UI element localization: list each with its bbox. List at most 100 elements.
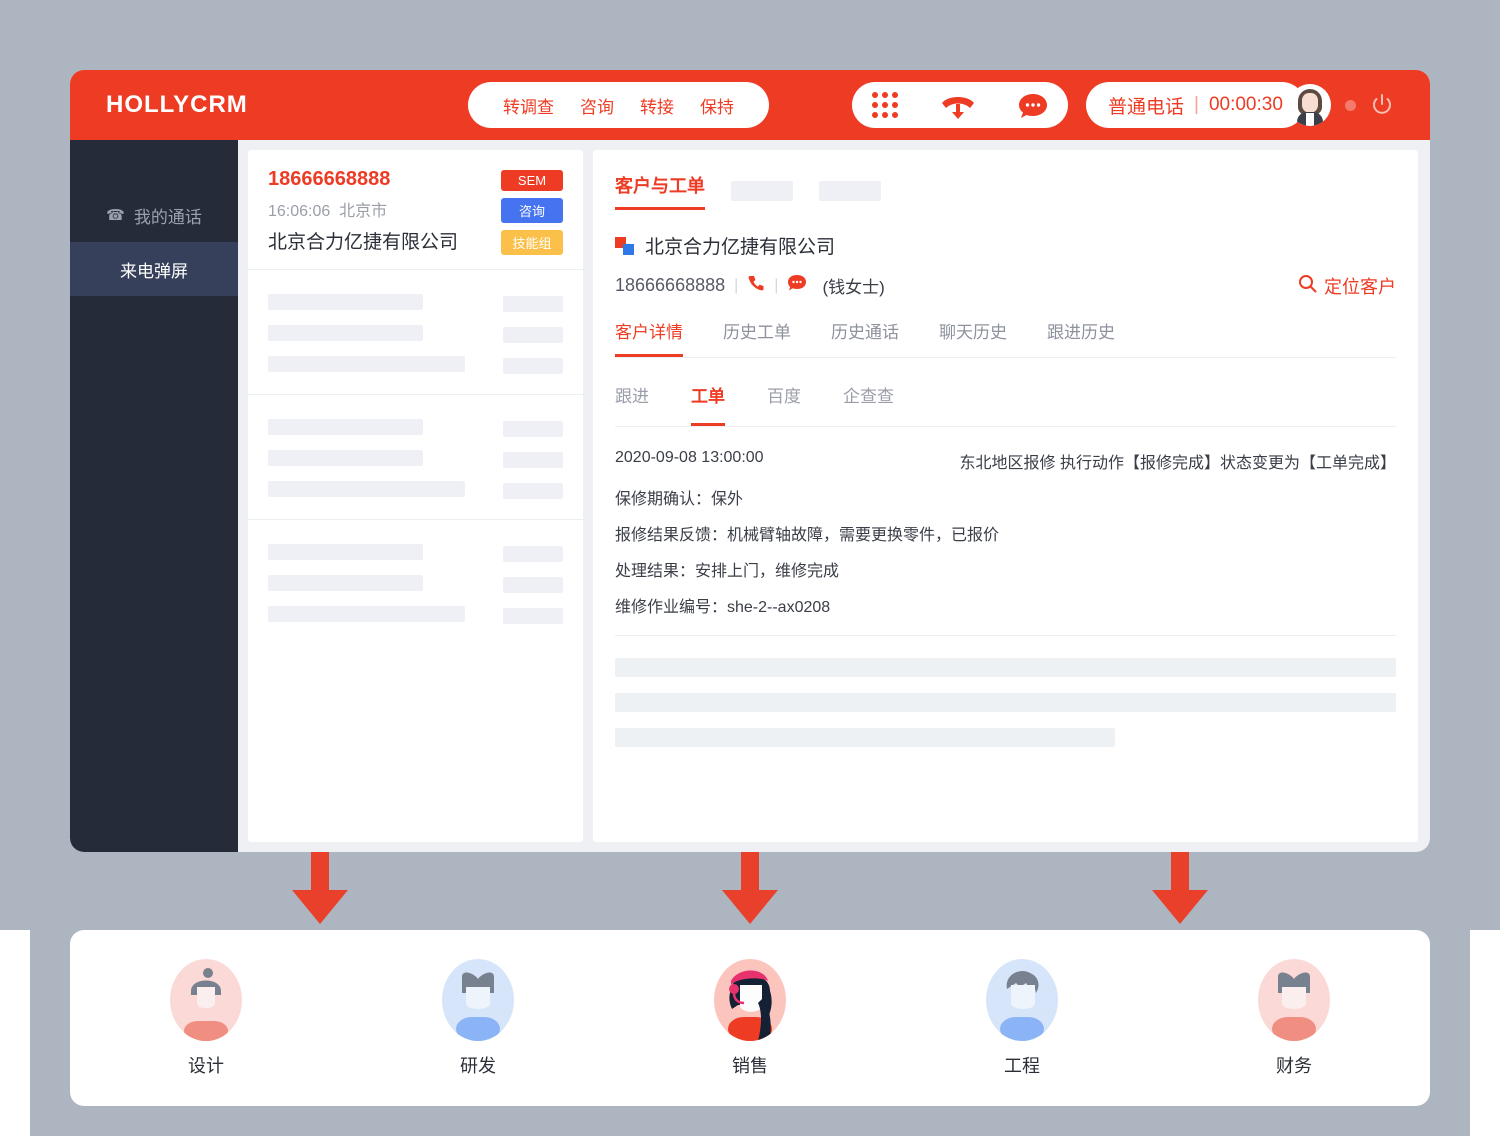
call-card-placeholder-block bbox=[248, 269, 583, 394]
customer-phone: 18666668888 bbox=[615, 275, 726, 295]
role-engineering[interactable]: 工程 bbox=[886, 958, 1158, 1078]
divider: | bbox=[774, 276, 779, 294]
tab-ticket-history[interactable]: 历史工单 bbox=[723, 318, 791, 357]
chat-icon[interactable] bbox=[1018, 92, 1048, 118]
call-card-placeholder-block bbox=[248, 519, 583, 644]
sidebar-item-label: 来电弹屏 bbox=[120, 261, 188, 281]
caller-number[interactable]: 18666668888 bbox=[268, 168, 458, 191]
customer-phone-row: 18666668888 | | (钱女士) 定位客户 bbox=[615, 273, 1396, 298]
divider: | bbox=[734, 276, 739, 294]
ticket-timestamp: 2020-09-08 13:00:00 bbox=[615, 449, 764, 466]
role-label: 研发 bbox=[460, 1055, 496, 1076]
ticket-line: 处理结果：安排上门，维修完成 bbox=[615, 563, 840, 580]
call-timer: 00:00:30 bbox=[1208, 94, 1283, 115]
role-avatar bbox=[442, 958, 514, 1041]
right-edge-band bbox=[1470, 930, 1500, 1136]
subtab-followup[interactable]: 跟进 bbox=[615, 382, 649, 426]
main-tabs: 客户详情 历史工单 历史通话 聊天历史 跟进历史 bbox=[615, 318, 1396, 358]
roles-strip: 设计 研发 销售 工程 财务 bbox=[70, 930, 1430, 1106]
call-actions-group: 转调查 咨询 转接 保持 bbox=[468, 82, 769, 128]
customer-name: 北京合力亿捷有限公司 bbox=[645, 237, 836, 258]
role-avatar bbox=[986, 958, 1058, 1041]
sidebar-item-my-calls[interactable]: ☎ 我的通话 bbox=[70, 188, 238, 242]
tag-sem: SEM bbox=[501, 170, 563, 191]
caller-meta: 16:06:06 北京市 bbox=[268, 197, 458, 221]
down-arrow-icon bbox=[722, 852, 778, 924]
chat-bubble-icon[interactable] bbox=[787, 274, 807, 297]
keypad-icon[interactable] bbox=[872, 92, 898, 118]
sidebar-item-label: 我的通话 bbox=[133, 207, 202, 227]
role-label: 工程 bbox=[1004, 1055, 1040, 1076]
action-consult[interactable]: 咨询 bbox=[567, 93, 627, 118]
locate-customer-button[interactable]: 定位客户 bbox=[1298, 273, 1396, 299]
action-transfer[interactable]: 转接 bbox=[627, 93, 687, 118]
role-finance[interactable]: 财务 bbox=[1158, 958, 1430, 1078]
hangup-icon[interactable] bbox=[938, 90, 978, 120]
role-avatar bbox=[714, 958, 786, 1041]
ticket-header-row: 2020-09-08 13:00:00 东北地区报修 执行动作【报修完成】状态变… bbox=[615, 449, 1396, 473]
page-root: HOLLYCRM 转调查 咨询 转接 保持 普通电话 | 00:00:30 ☎ … bbox=[0, 0, 1500, 1136]
role-label: 设计 bbox=[188, 1055, 224, 1076]
agent-avatar[interactable] bbox=[1289, 84, 1331, 126]
role-label: 财务 bbox=[1276, 1055, 1312, 1076]
detail-card: 客户与工单 北京合力亿捷有限公司 18666668888 | | (钱女士) 定… bbox=[593, 150, 1418, 842]
status-indicator-dot bbox=[1345, 99, 1356, 111]
caller-city: 北京市 bbox=[339, 203, 388, 220]
caller-company: 北京合力亿捷有限公司 bbox=[268, 232, 459, 253]
role-avatar bbox=[170, 958, 242, 1041]
call-type-label: 普通电话 bbox=[1108, 96, 1185, 118]
tab-customer-details[interactable]: 客户详情 bbox=[615, 318, 683, 357]
caller-tags: SEM 咨询 技能组 bbox=[501, 168, 563, 255]
call-status-pill: 普通电话 | 00:00:30 bbox=[1086, 82, 1305, 128]
ticket-action: 东北地区报修 执行动作【报修完成】状态变更为【工单完成】 bbox=[959, 455, 1396, 472]
tag-consult: 咨询 bbox=[501, 198, 563, 223]
action-hold[interactable]: 保持 bbox=[687, 93, 747, 118]
app-header: HOLLYCRM 转调查 咨询 转接 保持 普通电话 | 00:00:30 bbox=[70, 70, 1430, 140]
app-brand: HOLLYCRM bbox=[106, 91, 248, 118]
phone-icon[interactable] bbox=[747, 274, 765, 297]
content-area: 18666668888 16:06:06 北京市 北京合力亿捷有限公司 SEM … bbox=[238, 140, 1430, 852]
subtab-qichacha[interactable]: 企查查 bbox=[843, 382, 894, 426]
customer-contact: (钱女士) bbox=[822, 278, 885, 297]
phone-icon: ☎ bbox=[106, 207, 125, 224]
ticket-line: 保修期确认：保外 bbox=[615, 491, 744, 508]
ticket-entry: 2020-09-08 13:00:00 东北地区报修 执行动作【报修完成】状态变… bbox=[615, 427, 1396, 636]
role-sales[interactable]: 销售 bbox=[614, 958, 886, 1078]
role-label: 销售 bbox=[732, 1055, 768, 1076]
tab-placeholder[interactable] bbox=[731, 181, 793, 201]
call-status-separator: | bbox=[1194, 94, 1199, 115]
user-area bbox=[1289, 84, 1394, 126]
section-tabs: 客户与工单 bbox=[615, 150, 1396, 210]
locate-customer-label: 定位客户 bbox=[1324, 276, 1396, 297]
left-edge-band bbox=[0, 930, 30, 1136]
tab-chat-history[interactable]: 聊天历史 bbox=[939, 318, 1007, 357]
tab-followup-history[interactable]: 跟进历史 bbox=[1047, 318, 1115, 357]
ticket-line: 报修结果反馈：机械臂轴故障，需要更换零件，已报价 bbox=[615, 527, 1000, 544]
call-controls-group bbox=[852, 82, 1068, 128]
app-body: ☎ 我的通话 来电弹屏 18666668888 16:06:06 北京市 北京合… bbox=[70, 140, 1430, 852]
call-card: 18666668888 16:06:06 北京市 北京合力亿捷有限公司 SEM … bbox=[248, 150, 583, 842]
role-avatar bbox=[1258, 958, 1330, 1041]
tab-customer-and-ticket[interactable]: 客户与工单 bbox=[615, 172, 705, 210]
action-transfer-survey[interactable]: 转调查 bbox=[490, 93, 567, 118]
sidebar: ☎ 我的通话 来电弹屏 bbox=[70, 140, 238, 852]
role-design[interactable]: 设计 bbox=[70, 958, 342, 1078]
customer-row: 北京合力亿捷有限公司 bbox=[615, 232, 1396, 259]
search-icon bbox=[1298, 274, 1317, 298]
app-window: HOLLYCRM 转调查 咨询 转接 保持 普通电话 | 00:00:30 ☎ … bbox=[70, 70, 1430, 852]
tab-call-history[interactable]: 历史通话 bbox=[831, 318, 899, 357]
call-card-placeholder-block bbox=[248, 394, 583, 519]
tab-placeholder[interactable] bbox=[819, 181, 881, 201]
ticket-line: 维修作业编号：she-2--ax0208 bbox=[615, 599, 831, 616]
sidebar-item-screen-pop[interactable]: 来电弹屏 bbox=[70, 242, 238, 296]
role-rd[interactable]: 研发 bbox=[342, 958, 614, 1078]
down-arrow-icon bbox=[292, 852, 348, 924]
detail-placeholder-block bbox=[615, 636, 1396, 747]
down-arrow-icon bbox=[1152, 852, 1208, 924]
subtab-ticket[interactable]: 工单 bbox=[691, 382, 725, 426]
sub-tabs: 跟进 工单 百度 企查查 bbox=[615, 382, 1396, 427]
subtab-baidu[interactable]: 百度 bbox=[767, 382, 801, 426]
power-icon[interactable] bbox=[1370, 93, 1394, 117]
tag-skill-group: 技能组 bbox=[501, 230, 563, 255]
call-card-header: 18666668888 16:06:06 北京市 北京合力亿捷有限公司 SEM … bbox=[248, 150, 583, 269]
